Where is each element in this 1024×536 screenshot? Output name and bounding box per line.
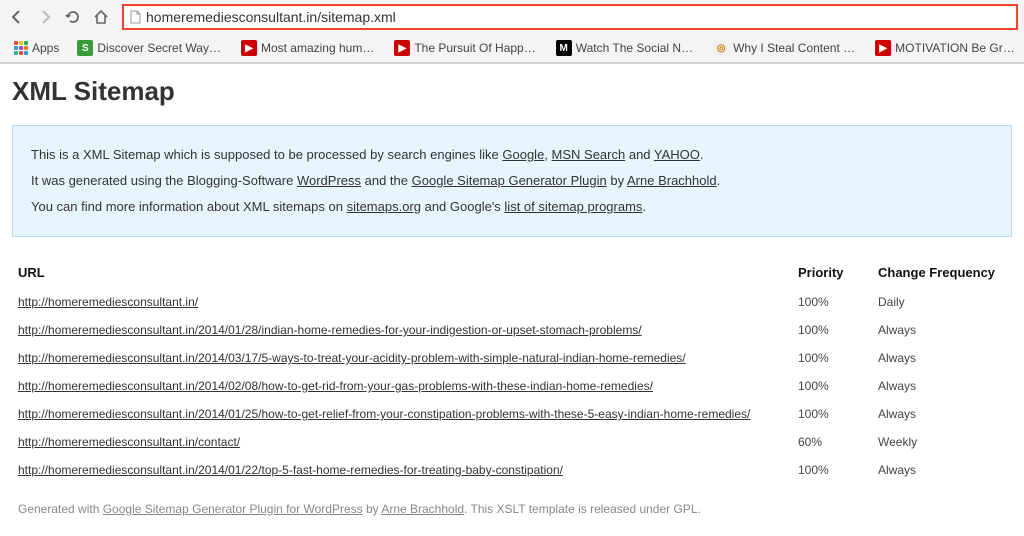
link-yahoo[interactable]: YAHOO bbox=[654, 147, 700, 162]
page-title: XML Sitemap bbox=[12, 76, 1012, 107]
sitemap-url-link[interactable]: http://homeremediesconsultant.in/ bbox=[18, 295, 198, 309]
header-frequency: Change Frequency bbox=[872, 257, 1012, 288]
priority-cell: 100% bbox=[792, 372, 872, 400]
home-button[interactable] bbox=[90, 6, 112, 28]
link-arne-footer[interactable]: Arne Brachhold bbox=[381, 502, 464, 516]
table-row: http://homeremediesconsultant.in/2014/02… bbox=[12, 372, 1012, 400]
frequency-cell: Always bbox=[872, 456, 1012, 484]
bookmark-label: MOTIVATION Be Gr… bbox=[895, 41, 1015, 55]
sitemap-url-link[interactable]: http://homeremediesconsultant.in/2014/01… bbox=[18, 407, 750, 421]
browser-toolbar: homeremediesconsultant.in/sitemap.xml bbox=[0, 0, 1024, 34]
priority-cell: 100% bbox=[792, 456, 872, 484]
sitemap-url-link[interactable]: http://homeremediesconsultant.in/2014/02… bbox=[18, 379, 653, 393]
frequency-cell: Daily bbox=[872, 288, 1012, 316]
back-button[interactable] bbox=[6, 6, 28, 28]
bookmark-favicon: S bbox=[77, 40, 93, 56]
bookmark-favicon: ◎ bbox=[713, 40, 729, 56]
sitemap-url-link[interactable]: http://homeremediesconsultant.in/2014/01… bbox=[18, 463, 563, 477]
notice-box: This is a XML Sitemap which is supposed … bbox=[12, 125, 1012, 237]
sitemap-url-link[interactable]: http://homeremediesconsultant.in/2014/03… bbox=[18, 351, 686, 365]
header-url: URL bbox=[12, 257, 792, 288]
table-row: http://homeremediesconsultant.in/2014/01… bbox=[12, 316, 1012, 344]
priority-cell: 100% bbox=[792, 400, 872, 428]
table-row: http://homeremediesconsultant.in/2014/03… bbox=[12, 344, 1012, 372]
link-wordpress[interactable]: WordPress bbox=[297, 173, 361, 188]
apps-label: Apps bbox=[32, 41, 59, 55]
link-sitemap-programs[interactable]: list of sitemap programs bbox=[504, 199, 642, 214]
browser-chrome: homeremediesconsultant.in/sitemap.xml Ap… bbox=[0, 0, 1024, 64]
notice-line-3: You can find more information about XML … bbox=[31, 194, 993, 220]
address-bar[interactable]: homeremediesconsultant.in/sitemap.xml bbox=[122, 4, 1018, 30]
link-generator-plugin[interactable]: Google Sitemap Generator Plugin for Word… bbox=[103, 502, 363, 516]
bookmark-label: The Pursuit Of Happ… bbox=[414, 41, 535, 55]
bookmark-label: Why I Steal Content … bbox=[733, 41, 855, 55]
bookmark-favicon: M bbox=[556, 40, 572, 56]
frequency-cell: Always bbox=[872, 316, 1012, 344]
bookmark-item[interactable]: ▶ The Pursuit Of Happ… bbox=[386, 38, 543, 58]
page-content: XML Sitemap This is a XML Sitemap which … bbox=[0, 64, 1024, 536]
priority-cell: 60% bbox=[792, 428, 872, 456]
link-arne[interactable]: Arne Brachhold bbox=[627, 173, 717, 188]
bookmark-label: Watch The Social N… bbox=[576, 41, 693, 55]
link-plugin[interactable]: Google Sitemap Generator Plugin bbox=[412, 173, 607, 188]
reload-button[interactable] bbox=[62, 6, 84, 28]
link-google[interactable]: Google bbox=[502, 147, 544, 162]
table-row: http://homeremediesconsultant.in/100%Dai… bbox=[12, 288, 1012, 316]
sitemap-table: URL Priority Change Frequency http://hom… bbox=[12, 257, 1012, 484]
bookmark-favicon: ▶ bbox=[241, 40, 257, 56]
header-priority: Priority bbox=[792, 257, 872, 288]
frequency-cell: Always bbox=[872, 400, 1012, 428]
link-msn[interactable]: MSN Search bbox=[552, 147, 626, 162]
table-row: http://homeremediesconsultant.in/2014/01… bbox=[12, 456, 1012, 484]
table-row: http://homeremediesconsultant.in/contact… bbox=[12, 428, 1012, 456]
notice-line-1: This is a XML Sitemap which is supposed … bbox=[31, 142, 993, 168]
priority-cell: 100% bbox=[792, 288, 872, 316]
frequency-cell: Always bbox=[872, 372, 1012, 400]
page-icon bbox=[128, 10, 142, 24]
sitemap-url-link[interactable]: http://homeremediesconsultant.in/contact… bbox=[18, 435, 240, 449]
bookmark-item[interactable]: ▶ Most amazing hum… bbox=[233, 38, 382, 58]
link-sitemaps-org[interactable]: sitemaps.org bbox=[347, 199, 421, 214]
bookmark-item[interactable]: ▶ MOTIVATION Be Gr… bbox=[867, 38, 1023, 58]
priority-cell: 100% bbox=[792, 316, 872, 344]
url-text: homeremediesconsultant.in/sitemap.xml bbox=[146, 9, 1012, 25]
table-row: http://homeremediesconsultant.in/2014/01… bbox=[12, 400, 1012, 428]
bookmark-label: Most amazing hum… bbox=[261, 41, 374, 55]
notice-line-2: It was generated using the Blogging-Soft… bbox=[31, 168, 993, 194]
bookmark-favicon: ▶ bbox=[875, 40, 891, 56]
forward-button[interactable] bbox=[34, 6, 56, 28]
bookmark-item[interactable]: ◎ Why I Steal Content … bbox=[705, 38, 863, 58]
apps-button[interactable]: Apps bbox=[8, 39, 65, 57]
frequency-cell: Always bbox=[872, 344, 1012, 372]
sitemap-url-link[interactable]: http://homeremediesconsultant.in/2014/01… bbox=[18, 323, 642, 337]
frequency-cell: Weekly bbox=[872, 428, 1012, 456]
bookmark-label: Discover Secret Way… bbox=[97, 41, 221, 55]
apps-icon bbox=[14, 41, 28, 55]
priority-cell: 100% bbox=[792, 344, 872, 372]
bookmark-item[interactable]: M Watch The Social N… bbox=[548, 38, 701, 58]
bookmarks-bar: Apps S Discover Secret Way… ▶ Most amazing … bbox=[0, 34, 1024, 63]
bookmark-favicon: ▶ bbox=[394, 40, 410, 56]
bookmark-item[interactable]: S Discover Secret Way… bbox=[69, 38, 229, 58]
generated-footer: Generated with Google Sitemap Generator … bbox=[12, 502, 1012, 516]
